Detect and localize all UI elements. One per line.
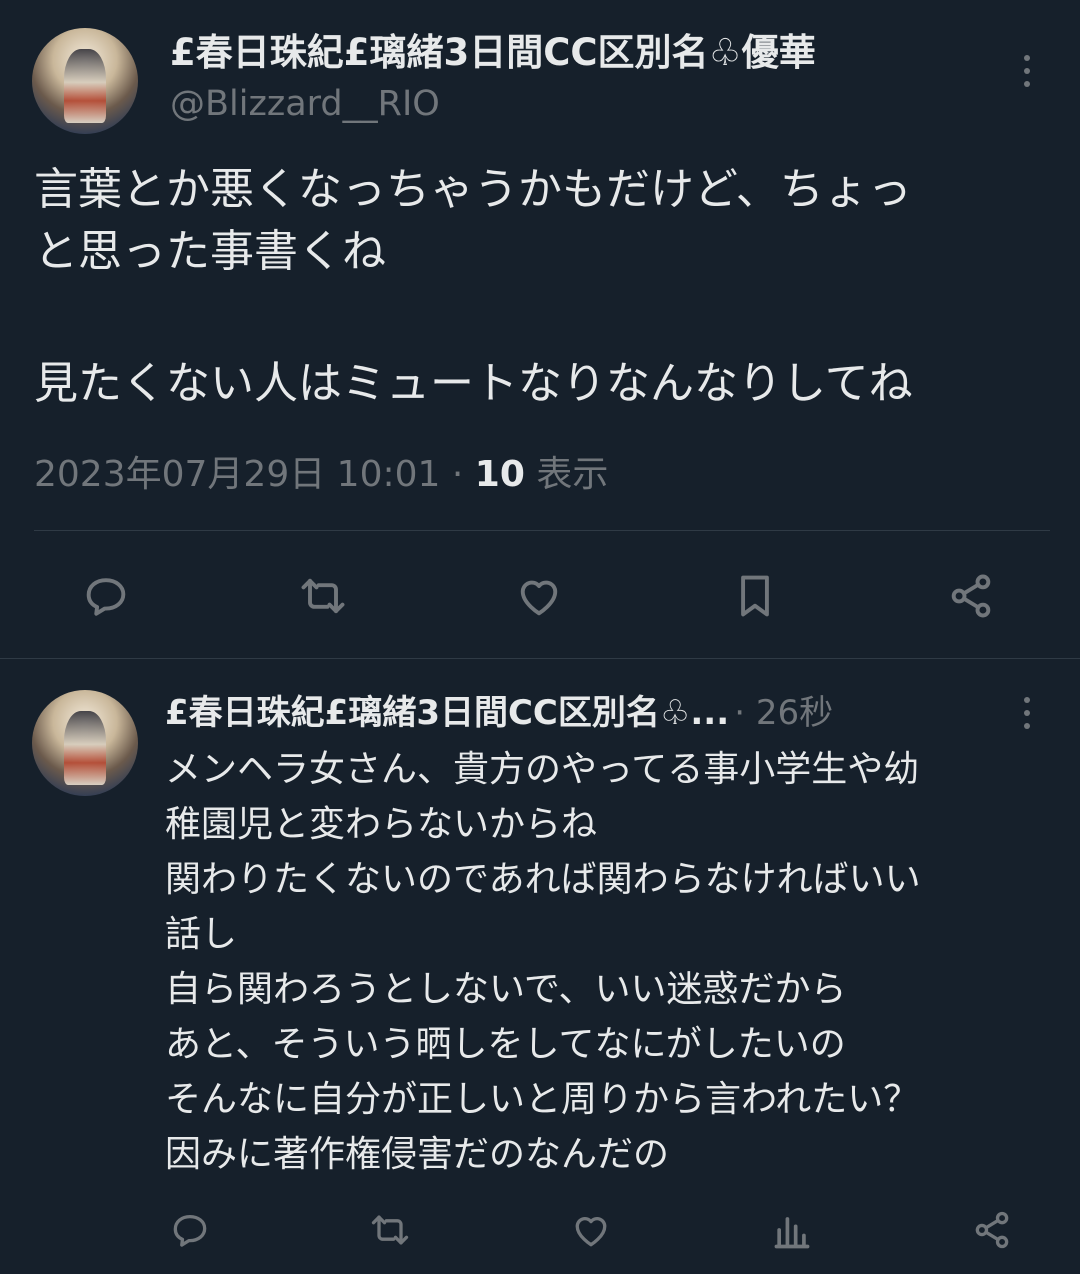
tweet-text-line-3: 見たくない人はミュートなりなんなりしてね <box>34 358 913 409</box>
reply-author-display-name[interactable]: £春日珠紀£璃緒3日間CC区別名♧... <box>165 693 729 733</box>
section-divider <box>0 658 1080 659</box>
reply-time-ago[interactable]: · 26秒 <box>734 693 833 733</box>
reply-share-icon[interactable] <box>970 1208 1014 1252</box>
reply-icon[interactable] <box>80 570 132 622</box>
more-options-icon[interactable] <box>1022 55 1032 94</box>
reply-reply-icon[interactable] <box>168 1208 212 1252</box>
tweet-timestamp[interactable]: 2023年07月29日 10:01 <box>34 454 440 495</box>
reply-author-avatar[interactable] <box>32 690 138 796</box>
retweet-icon[interactable] <box>297 570 349 622</box>
tweet-divider <box>34 530 1050 531</box>
reply-analytics-icon[interactable] <box>770 1208 814 1252</box>
reply-header: £春日珠紀£璃緒3日間CC区別名♧... · 26秒 <box>165 690 833 742</box>
bookmark-icon[interactable] <box>729 570 781 622</box>
reply-like-icon[interactable] <box>569 1208 613 1252</box>
tweet-meta: 2023年07月29日 10:01 · 10 表示 <box>34 452 608 498</box>
meta-separator: · <box>451 454 464 495</box>
reply-retweet-icon[interactable] <box>368 1208 412 1252</box>
share-icon[interactable] <box>945 570 997 622</box>
tweet-text-line-1: 言葉とか悪くなっちゃうかもだけど、ちょっ <box>34 164 912 215</box>
like-icon[interactable] <box>513 570 565 622</box>
author-handle[interactable]: @Blizzard__RIO <box>170 82 440 126</box>
reply-more-options-icon[interactable] <box>1022 697 1032 736</box>
author-display-name[interactable]: £春日珠紀£璃緒3日間CC区別名♧優華 <box>170 30 816 76</box>
views-count: 10 <box>474 454 525 495</box>
author-avatar[interactable] <box>32 28 138 134</box>
reply-tweet-text: メンヘラ女さん、貴方のやってる事小学生や幼 稚園児と変わらないからね 関わりたく… <box>165 749 921 1175</box>
views-label: 表示 <box>536 454 609 495</box>
tweet-text-line-2: と思った事書くね <box>34 226 386 277</box>
